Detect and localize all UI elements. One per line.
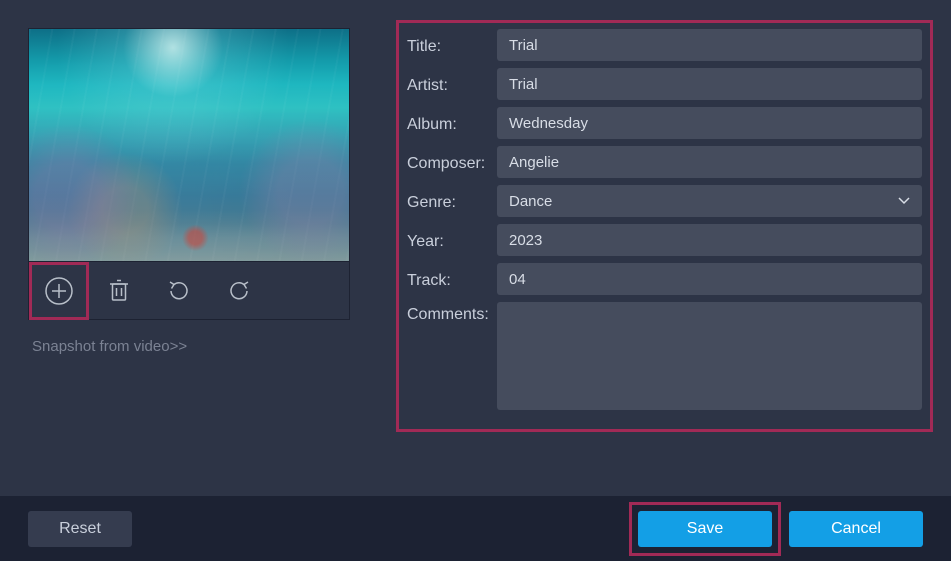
- comments-textarea[interactable]: [497, 302, 922, 410]
- metadata-form: Title: Artist: Album: Composer: Genre: D: [396, 20, 933, 432]
- save-button[interactable]: Save: [638, 511, 772, 547]
- rotate-right-button[interactable]: [209, 262, 269, 320]
- album-label: Album:: [407, 112, 497, 134]
- add-icon: [43, 275, 75, 307]
- delete-cover-button[interactable]: [89, 262, 149, 320]
- rotate-ccw-icon: [165, 277, 193, 305]
- title-input[interactable]: [497, 29, 922, 61]
- title-label: Title:: [407, 34, 497, 56]
- genre-label: Genre:: [407, 190, 497, 212]
- chevron-down-icon: [898, 192, 910, 210]
- track-input[interactable]: [497, 263, 922, 295]
- footer-bar: Reset Save Cancel: [0, 496, 951, 561]
- rotate-left-button[interactable]: [149, 262, 209, 320]
- reset-button[interactable]: Reset: [28, 511, 132, 547]
- composer-label: Composer:: [407, 151, 497, 173]
- cover-art-thumbnail[interactable]: [28, 28, 350, 262]
- genre-value: Dance: [509, 193, 552, 210]
- year-label: Year:: [407, 229, 497, 251]
- genre-select[interactable]: Dance: [497, 185, 922, 217]
- trash-icon: [106, 278, 132, 304]
- comments-label: Comments:: [407, 302, 497, 324]
- year-input[interactable]: [497, 224, 922, 256]
- artist-label: Artist:: [407, 73, 497, 95]
- add-cover-button[interactable]: [29, 262, 89, 320]
- cancel-button[interactable]: Cancel: [789, 511, 923, 547]
- track-label: Track:: [407, 268, 497, 290]
- composer-input[interactable]: [497, 146, 922, 178]
- rotate-cw-icon: [225, 277, 253, 305]
- snapshot-from-video-link[interactable]: Snapshot from video>>: [32, 338, 350, 355]
- album-input[interactable]: [497, 107, 922, 139]
- cover-art-toolbar: [28, 262, 350, 320]
- artist-input[interactable]: [497, 68, 922, 100]
